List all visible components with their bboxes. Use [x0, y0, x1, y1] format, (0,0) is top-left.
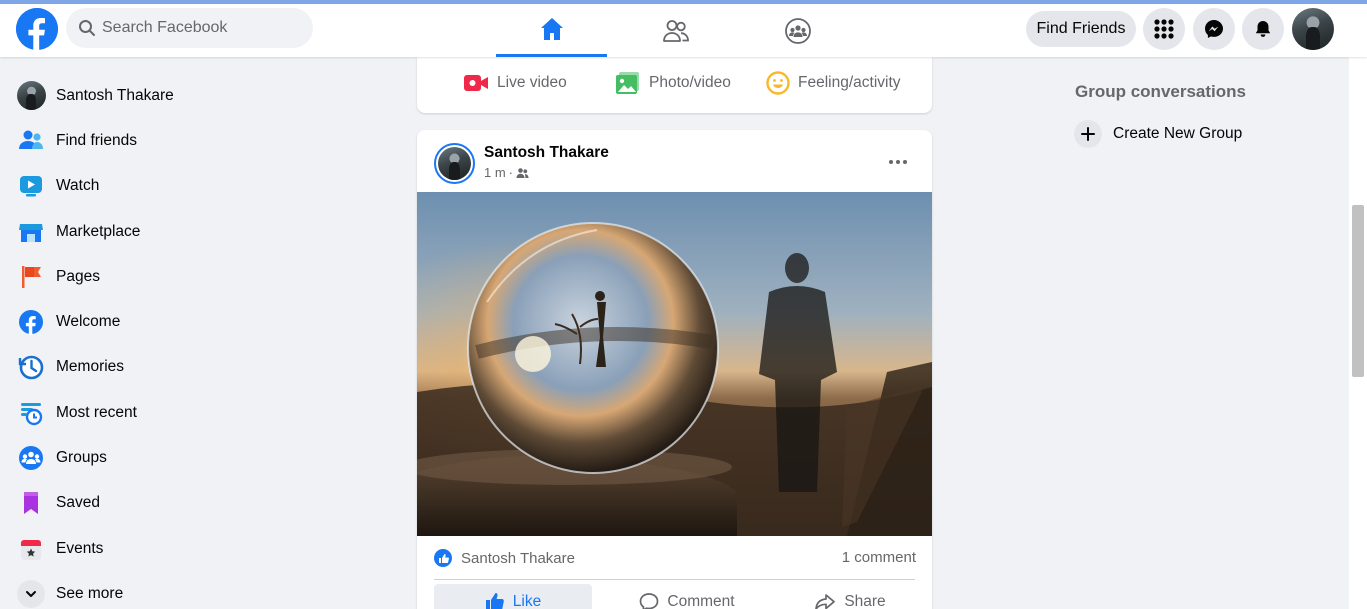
- post-options-button[interactable]: [885, 150, 911, 174]
- facebook-logo-icon[interactable]: [16, 8, 58, 50]
- sidebar-item-label: See more: [56, 584, 124, 602]
- post-author-name[interactable]: Santosh Thakare: [484, 144, 609, 162]
- meta-separator: ·: [508, 165, 514, 180]
- sidebar-item-watch[interactable]: Watch: [8, 164, 368, 209]
- post-meta: 1 m ·: [484, 165, 529, 180]
- sidebar-item-label: Saved: [56, 494, 100, 512]
- post-photo[interactable]: [417, 192, 932, 536]
- sidebar-item-welcome[interactable]: Welcome: [8, 299, 368, 344]
- memories-clock-icon: [16, 352, 46, 382]
- sidebar-item-saved[interactable]: Saved: [8, 481, 368, 526]
- sidebar-item-label: Santosh Thakare: [56, 86, 174, 104]
- comment-button[interactable]: Comment: [607, 584, 767, 609]
- sidebar-item-label: Welcome: [56, 313, 121, 331]
- saved-bookmark-icon: [16, 488, 46, 518]
- facebook-welcome-icon: [16, 307, 46, 337]
- sidebar-item-memories[interactable]: Memories: [8, 345, 368, 390]
- scrollbar-thumb[interactable]: [1352, 205, 1364, 377]
- search-input[interactable]: [102, 8, 302, 48]
- find-friends-icon: [16, 126, 46, 156]
- smiley-icon: [766, 71, 790, 95]
- sidebar-item-label: Marketplace: [56, 222, 141, 240]
- share-button[interactable]: Share: [775, 584, 925, 609]
- groups-icon: [16, 443, 46, 473]
- profile-avatar: [16, 81, 46, 111]
- friends-icon: [662, 19, 689, 42]
- left-sidebar: Santosh Thakare Find friends Watch Marke…: [8, 73, 368, 609]
- post-timestamp[interactable]: 1 m: [484, 165, 506, 180]
- sidebar-item-profile[interactable]: Santosh Thakare: [8, 73, 368, 118]
- post-divider: [434, 579, 915, 580]
- top-navigation-bar: Find Friends: [0, 0, 1367, 57]
- pages-flag-icon: [16, 262, 46, 292]
- feeling-activity-label: Feeling/activity: [798, 74, 901, 91]
- sidebar-item-groups[interactable]: Groups: [8, 435, 368, 480]
- reactor-name: Santosh Thakare: [461, 549, 575, 567]
- comment-bubble-icon: [640, 593, 659, 609]
- sidebar-item-label: Pages: [56, 267, 100, 285]
- messenger-button[interactable]: [1193, 8, 1235, 50]
- messenger-icon: [1205, 20, 1223, 38]
- search-icon: [79, 20, 95, 36]
- photo-video-button[interactable]: Photo/video: [615, 70, 731, 96]
- sidebar-item-label: Most recent: [56, 403, 137, 421]
- more-horizontal-icon: [889, 160, 907, 164]
- grid-menu-icon: [1154, 19, 1174, 39]
- groups-icon: [784, 17, 811, 44]
- plus-icon: [1074, 120, 1102, 148]
- like-button[interactable]: Like: [434, 584, 592, 609]
- sidebar-item-label: Find friends: [56, 131, 137, 149]
- profile-photo: [1292, 8, 1334, 50]
- like-label: Like: [512, 593, 542, 609]
- group-conversations-heading: Group conversations: [1075, 82, 1246, 101]
- create-new-group-label: Create New Group: [1113, 125, 1243, 142]
- photo-video-label: Photo/video: [649, 74, 731, 91]
- thumbs-up-icon: [485, 593, 504, 609]
- search-bar[interactable]: [66, 8, 313, 48]
- feeling-activity-button[interactable]: Feeling/activity: [766, 70, 901, 96]
- bell-icon: [1255, 21, 1271, 37]
- sidebar-item-events[interactable]: Events: [8, 526, 368, 571]
- find-friends-button[interactable]: Find Friends: [1026, 11, 1136, 47]
- sidebar-item-label: Events: [56, 539, 104, 557]
- see-more-toggle: [16, 579, 46, 609]
- marketplace-icon: [16, 217, 46, 247]
- sidebar-item-see-more[interactable]: See more: [8, 571, 368, 609]
- post-author-avatar[interactable]: [434, 143, 475, 184]
- tab-home[interactable]: [496, 4, 607, 57]
- account-avatar[interactable]: [1292, 8, 1334, 50]
- sidebar-item-pages[interactable]: Pages: [8, 254, 368, 299]
- sidebar-item-marketplace[interactable]: Marketplace: [8, 209, 368, 254]
- chevron-down-icon: [26, 590, 36, 597]
- create-post-box: Live video Photo/video Feeling/activity: [417, 57, 932, 113]
- comment-count[interactable]: 1 comment: [842, 549, 916, 566]
- feed-post: Santosh Thakare 1 m · Santosh Thakare 1 …: [417, 130, 932, 609]
- sidebar-item-find-friends[interactable]: Find friends: [8, 118, 368, 163]
- reactions-summary[interactable]: Santosh Thakare: [434, 548, 575, 568]
- tab-groups[interactable]: [742, 4, 853, 57]
- watch-icon: [16, 171, 46, 201]
- sidebar-item-label: Memories: [56, 358, 125, 376]
- home-icon: [540, 18, 563, 40]
- share-label: Share: [844, 593, 886, 609]
- live-video-label: Live video: [497, 74, 567, 91]
- most-recent-icon: [16, 398, 46, 428]
- live-video-button[interactable]: Live video: [463, 70, 567, 96]
- sidebar-item-label: Groups: [56, 449, 107, 467]
- live-video-icon: [464, 75, 488, 91]
- events-calendar-icon: [16, 534, 46, 564]
- photo-video-icon: [616, 72, 639, 94]
- share-arrow-icon: [815, 594, 836, 609]
- sidebar-item-most-recent[interactable]: Most recent: [8, 390, 368, 435]
- sidebar-item-label: Watch: [56, 177, 100, 195]
- like-reaction-icon: [434, 549, 452, 567]
- tab-friends[interactable]: [620, 4, 731, 57]
- menu-button[interactable]: [1143, 8, 1185, 50]
- friends-audience-icon[interactable]: [516, 167, 529, 179]
- create-new-group-button[interactable]: Create New Group: [1074, 119, 1242, 149]
- comment-label: Comment: [667, 593, 735, 609]
- notifications-button[interactable]: [1242, 8, 1284, 50]
